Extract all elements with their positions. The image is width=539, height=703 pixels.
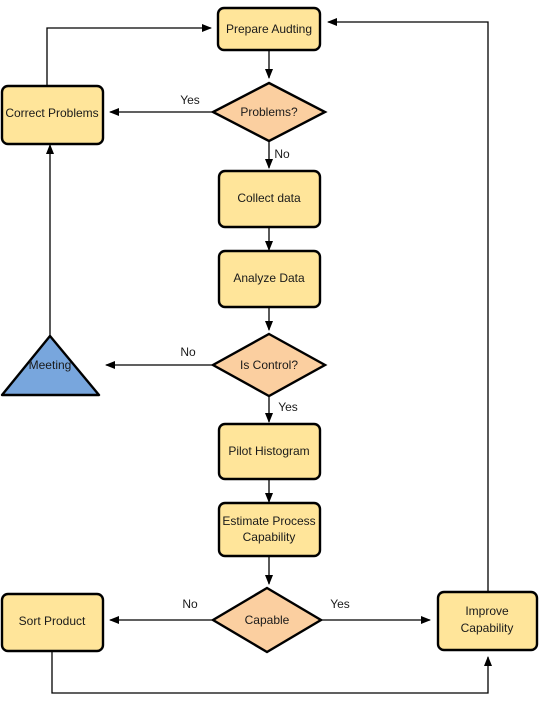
improve-capability-label-line1: Improve xyxy=(465,604,509,618)
node-capable[interactable]: Capable xyxy=(210,586,324,654)
improve-capability-label-line2: Capability xyxy=(461,621,514,635)
node-prepare-auditing[interactable]: Prepare Audting xyxy=(216,6,322,52)
node-correct-problems[interactable]: Correct Problems xyxy=(0,84,105,146)
meeting-label: Meeting xyxy=(29,358,72,372)
analyze-data-label: Analyze Data xyxy=(233,271,305,285)
collect-data-label: Collect data xyxy=(237,191,301,205)
estimate-process-capability-label-line2: Capability xyxy=(243,530,296,544)
node-analyze-data[interactable]: Analyze Data xyxy=(217,249,322,309)
node-sort-product[interactable]: Sort Product xyxy=(0,592,105,653)
problems-label: Problems? xyxy=(240,105,298,119)
node-meeting[interactable]: Meeting xyxy=(0,334,101,397)
edge-label-is-control-no: No xyxy=(180,345,196,359)
node-pilot-histogram[interactable]: Pilot Histogram xyxy=(217,422,322,481)
estimate-process-capability-label-line1: Estimate Process xyxy=(222,514,315,528)
flowchart-canvas: Prepare Audting Problems? Correct Proble… xyxy=(0,0,539,703)
node-estimate-process-capability[interactable]: Estimate Process Capability xyxy=(217,501,322,558)
node-problems[interactable]: Problems? xyxy=(210,81,328,143)
edge-label-problems-yes: Yes xyxy=(180,93,200,107)
edge-sort-product-to-improve-capability xyxy=(51,651,492,694)
node-improve-capability[interactable]: Improve Capability xyxy=(436,590,539,652)
edge-improve-capability-to-prepare xyxy=(327,18,489,592)
is-control-label: Is Control? xyxy=(240,358,298,372)
sort-product-label: Sort Product xyxy=(19,614,86,628)
edge-label-capable-no: No xyxy=(182,597,198,611)
edge-label-is-control-yes: Yes xyxy=(278,400,298,414)
correct-problems-label: Correct Problems xyxy=(5,106,98,120)
prepare-auditing-label: Prepare Audting xyxy=(226,22,312,36)
capable-label: Capable xyxy=(245,613,290,627)
edge-label-problems-no: No xyxy=(274,147,290,161)
edge-correct-problems-to-prepare xyxy=(46,24,212,86)
node-is-control[interactable]: Is Control? xyxy=(210,332,328,398)
flowchart-svg: Prepare Audting Problems? Correct Proble… xyxy=(0,6,539,694)
edge-label-capable-yes: Yes xyxy=(330,597,350,611)
node-collect-data[interactable]: Collect data xyxy=(217,169,322,229)
pilot-histogram-label: Pilot Histogram xyxy=(228,444,309,458)
